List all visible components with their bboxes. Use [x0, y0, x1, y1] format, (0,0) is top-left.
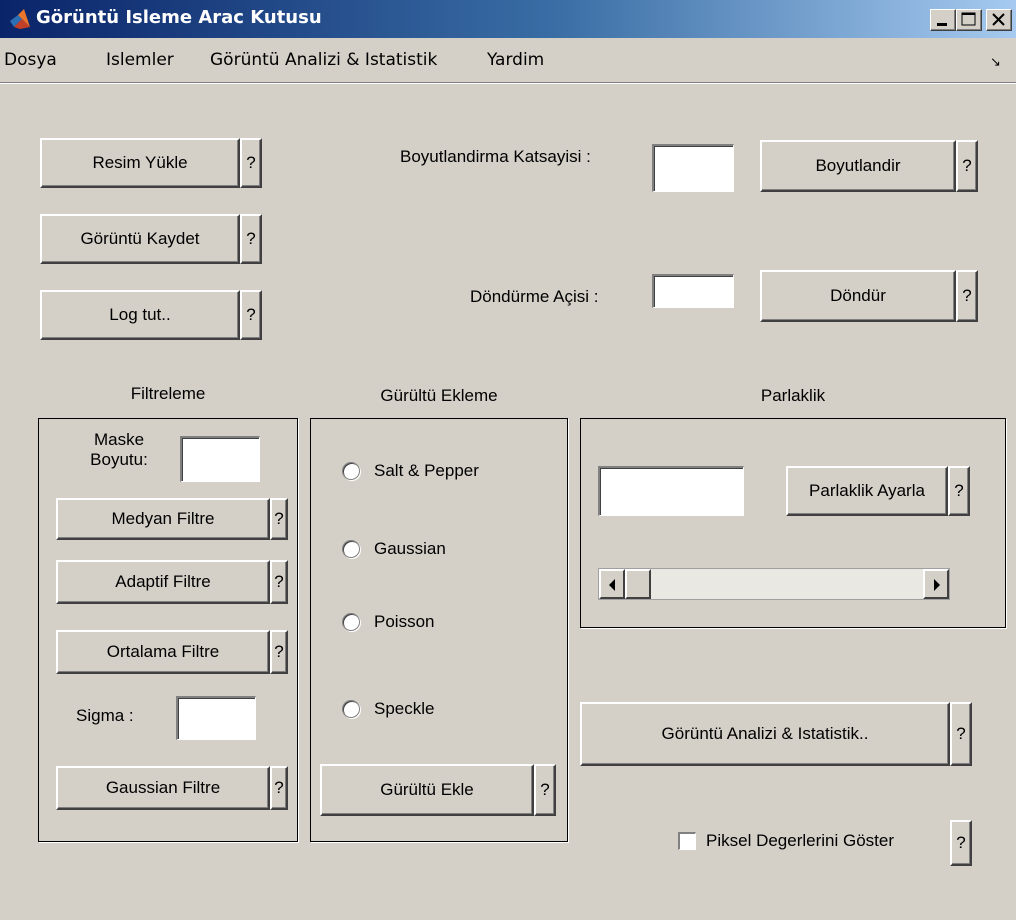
- mask-size-input[interactable]: [180, 436, 260, 482]
- noise-panel-title: Gürültü Ekleme: [380, 386, 498, 405]
- gaussian-filter-button[interactable]: Gaussian Filtre: [56, 766, 270, 810]
- rotate-angle-input[interactable]: [652, 274, 734, 308]
- radio-speckle-label: Speckle: [374, 699, 435, 718]
- dock-arrow-icon[interactable]: ↘: [990, 54, 1001, 70]
- matlab-logo-icon: [10, 9, 30, 29]
- resize-button[interactable]: Boyutlandir: [760, 140, 956, 192]
- mask-size-label-line2: Boyutu:: [90, 450, 148, 469]
- adaptive-filter-help-button[interactable]: ?: [270, 560, 288, 604]
- filter-panel-title: Filtreleme: [130, 384, 206, 403]
- window-title: Görüntü Isleme Arac Kutusu: [36, 7, 322, 28]
- radio-gaussian-label: Gaussian: [374, 539, 446, 558]
- slider-thumb[interactable]: [625, 569, 651, 599]
- arrow-right-icon: [934, 579, 940, 591]
- radio-poisson[interactable]: [342, 613, 360, 631]
- radio-speckle[interactable]: [342, 700, 360, 718]
- rotate-angle-label: Döndürme Açisi :: [470, 287, 599, 306]
- resize-factor-input[interactable]: [652, 144, 734, 192]
- radio-gaussian[interactable]: [342, 540, 360, 558]
- radio-salt-pepper-label: Salt & Pepper: [374, 461, 479, 480]
- arrow-left-icon: [609, 579, 615, 591]
- rotate-help-button[interactable]: ?: [956, 270, 978, 322]
- adjust-brightness-help-button[interactable]: ?: [948, 466, 970, 516]
- brightness-panel-title: Parlaklik: [760, 386, 826, 405]
- load-image-help-button[interactable]: ?: [240, 138, 262, 188]
- menu-yardim[interactable]: Yardim: [487, 50, 544, 70]
- mean-filter-button[interactable]: Ortalama Filtre: [56, 630, 270, 674]
- minimize-button[interactable]: [930, 9, 956, 31]
- rotate-button[interactable]: Döndür: [760, 270, 956, 322]
- brightness-slider[interactable]: [598, 568, 950, 600]
- median-filter-button[interactable]: Medyan Filtre: [56, 498, 270, 540]
- menu-dosya[interactable]: Dosya: [4, 50, 57, 70]
- add-noise-button[interactable]: Gürültü Ekle: [320, 764, 534, 816]
- mask-size-label-line1: Maske: [93, 430, 145, 449]
- resize-help-button[interactable]: ?: [956, 140, 978, 192]
- save-image-button[interactable]: Görüntü Kaydet: [40, 214, 240, 264]
- menu-goruntu-analizi[interactable]: Görüntü Analizi & Istatistik: [210, 50, 437, 70]
- brightness-input[interactable]: [598, 466, 744, 516]
- main-window: Görüntü Isleme Arac Kutusu Dosya Islemle…: [0, 0, 1016, 920]
- slider-right-arrow[interactable]: [923, 569, 949, 599]
- log-button[interactable]: Log tut..: [40, 290, 240, 340]
- show-pixel-values-help-button[interactable]: ?: [950, 820, 972, 866]
- image-analysis-button[interactable]: Görüntü Analizi & Istatistik..: [580, 702, 950, 766]
- add-noise-help-button[interactable]: ?: [534, 764, 556, 816]
- mean-filter-help-button[interactable]: ?: [270, 630, 288, 674]
- adjust-brightness-button[interactable]: Parlaklik Ayarla: [786, 466, 948, 516]
- median-filter-help-button[interactable]: ?: [270, 498, 288, 540]
- log-help-button[interactable]: ?: [240, 290, 262, 340]
- radio-salt-pepper[interactable]: [342, 462, 360, 480]
- show-pixel-values-checkbox[interactable]: [678, 832, 696, 850]
- radio-poisson-label: Poisson: [374, 612, 435, 631]
- minimize-icon: [937, 23, 947, 26]
- resize-factor-label: Boyutlandirma Katsayisi :: [400, 147, 591, 166]
- show-pixel-values-label: Piksel Degerlerini Göster: [706, 831, 895, 850]
- sigma-input[interactable]: [176, 696, 256, 740]
- maximize-button[interactable]: [956, 9, 982, 31]
- close-icon: [992, 13, 1005, 26]
- load-image-button[interactable]: Resim Yükle: [40, 138, 240, 188]
- menu-bar: Dosya Islemler Görüntü Analizi & Istatis…: [0, 38, 1016, 83]
- adaptive-filter-button[interactable]: Adaptif Filtre: [56, 560, 270, 604]
- title-bar[interactable]: Görüntü Isleme Arac Kutusu: [0, 0, 1016, 38]
- menu-islemler[interactable]: Islemler: [106, 50, 174, 70]
- slider-left-arrow[interactable]: [599, 569, 625, 599]
- maximize-icon: [961, 12, 976, 26]
- gaussian-filter-help-button[interactable]: ?: [270, 766, 288, 810]
- save-image-help-button[interactable]: ?: [240, 214, 262, 264]
- sigma-label: Sigma :: [76, 706, 134, 725]
- image-analysis-help-button[interactable]: ?: [950, 702, 972, 766]
- close-button[interactable]: [986, 9, 1012, 31]
